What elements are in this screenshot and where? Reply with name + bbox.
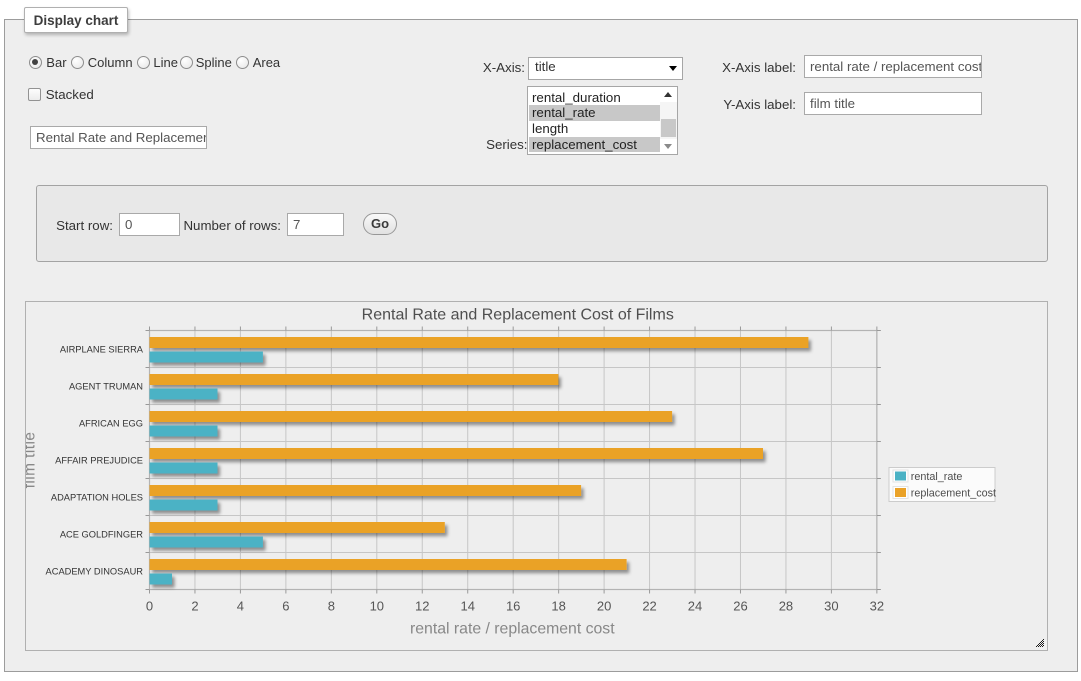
svg-text:24: 24: [688, 599, 702, 614]
svg-text:2: 2: [191, 599, 198, 614]
svg-text:0: 0: [146, 599, 153, 614]
svg-text:14: 14: [460, 599, 474, 614]
svg-text:32: 32: [870, 599, 884, 614]
svg-text:18: 18: [551, 599, 565, 614]
svg-text:30: 30: [824, 599, 838, 614]
svg-text:Rental Rate and Replacement Co: Rental Rate and Replacement Cost of Film…: [362, 306, 674, 323]
svg-text:ACE GOLDFINGER: ACE GOLDFINGER: [60, 530, 143, 540]
svg-text:6: 6: [282, 599, 289, 614]
svg-text:22: 22: [642, 599, 656, 614]
svg-text:26: 26: [733, 599, 747, 614]
svg-text:rental_rate: rental_rate: [911, 471, 963, 483]
svg-text:12: 12: [415, 599, 429, 614]
svg-text:ACADEMY DINOSAUR: ACADEMY DINOSAUR: [46, 567, 144, 577]
svg-text:AFFAIR PREJUDICE: AFFAIR PREJUDICE: [55, 456, 143, 466]
svg-text:4: 4: [237, 599, 244, 614]
svg-text:16: 16: [506, 599, 520, 614]
svg-text:rental rate / replacement cost: rental rate / replacement cost: [410, 620, 615, 637]
svg-text:20: 20: [597, 599, 611, 614]
svg-text:AFRICAN EGG: AFRICAN EGG: [79, 419, 143, 429]
svg-text:28: 28: [779, 599, 793, 614]
svg-text:AGENT TRUMAN: AGENT TRUMAN: [69, 382, 143, 392]
svg-text:replacement_cost: replacement_cost: [911, 488, 996, 500]
svg-text:AIRPLANE SIERRA: AIRPLANE SIERRA: [60, 345, 144, 355]
svg-text:10: 10: [370, 599, 384, 614]
svg-text:film title: film title: [26, 432, 39, 489]
svg-text:ADAPTATION HOLES: ADAPTATION HOLES: [51, 493, 143, 503]
svg-text:8: 8: [328, 599, 335, 614]
